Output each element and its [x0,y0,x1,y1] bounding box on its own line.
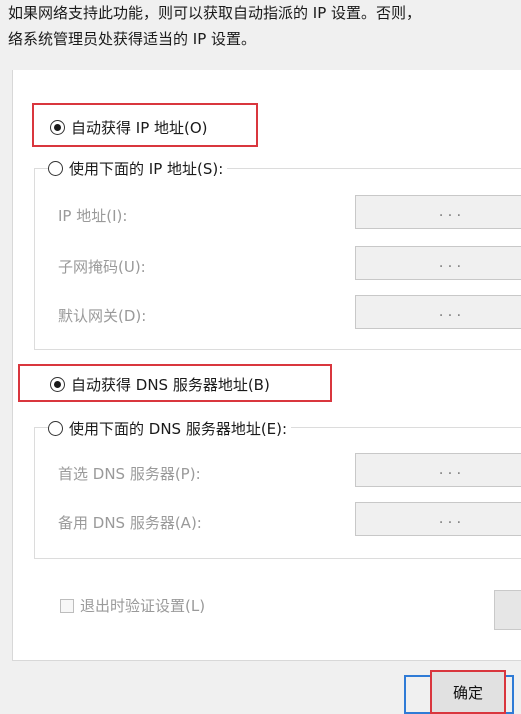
preferred-dns-input[interactable]: . . . [355,453,521,487]
validate-on-exit-label: 退出时验证设置(L) [80,597,206,615]
validate-on-exit-box[interactable] [60,598,74,613]
ok-button[interactable]: 确定 [430,670,506,714]
subnet-mask-label: 子网掩码(U): [58,258,146,276]
manual-dns-radio[interactable]: 使用下面的 DNS 服务器地址(E): [48,418,292,439]
description-line-1: 如果网络支持此功能，则可以获取自动指派的 IP 设置。否则， [8,4,422,22]
ip-address-label: IP 地址(I): [58,207,128,225]
manual-ip-label: 使用下面的 IP 地址(S): [69,160,224,178]
manual-ip-radio-indicator[interactable] [48,161,63,176]
ok-button-label: 确定 [452,683,483,702]
default-gateway-dots: . . . [438,304,462,320]
subnet-mask-dots: . . . [438,255,462,271]
auto-ip-radio-indicator[interactable] [50,120,65,135]
default-gateway-label: 默认网关(D): [58,307,147,325]
auto-ip-label: 自动获得 IP 地址(O) [71,119,208,137]
preferred-dns-label: 首选 DNS 服务器(P): [58,465,201,483]
ip-address-input[interactable]: . . . [355,195,521,229]
preferred-dns-dots: . . . [438,462,462,478]
validate-on-exit-checkbox[interactable]: 退出时验证设置(L) [60,595,205,616]
alternate-dns-input[interactable]: . . . [355,502,521,536]
dns-groupbox [34,427,521,559]
description-text: 如果网络支持此功能，则可以获取自动指派的 IP 设置。否则， 络系统管理员处获得… [8,0,521,52]
manual-dns-label: 使用下面的 DNS 服务器地址(E): [69,420,288,438]
manual-ip-radio[interactable]: 使用下面的 IP 地址(S): [48,158,228,179]
subnet-mask-input[interactable]: . . . [355,246,521,280]
manual-dns-radio-indicator[interactable] [48,421,63,436]
auto-dns-radio[interactable]: 自动获得 DNS 服务器地址(B) [50,374,270,395]
default-gateway-input[interactable]: . . . [355,295,521,329]
alternate-dns-label: 备用 DNS 服务器(A): [58,514,202,532]
auto-ip-radio[interactable]: 自动获得 IP 地址(O) [50,117,208,138]
advanced-button[interactable] [494,590,521,630]
ip-address-dots: . . . [438,204,462,220]
description-line-2: 络系统管理员处获得适当的 IP 设置。 [8,30,257,48]
auto-dns-label: 自动获得 DNS 服务器地址(B) [71,376,270,394]
alternate-dns-dots: . . . [438,511,462,527]
auto-dns-radio-indicator[interactable] [50,377,65,392]
